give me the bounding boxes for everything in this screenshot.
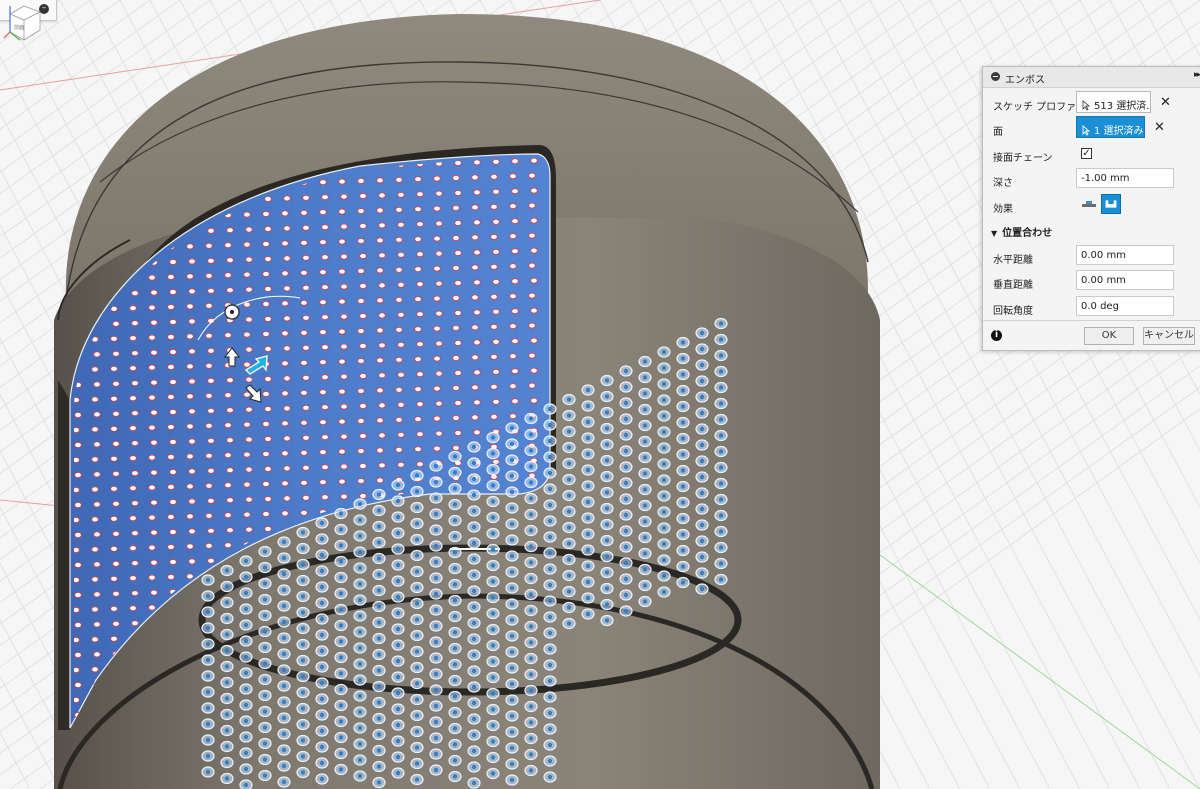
- view-cube[interactable]: 前面: [0, 0, 46, 48]
- deboss-icon[interactable]: [1101, 194, 1121, 214]
- triangle-down-icon: ▼: [991, 229, 998, 238]
- tangent-chain-checkbox[interactable]: ✓: [1081, 148, 1092, 159]
- sketch-profile-value: 513 選択済...: [1094, 101, 1151, 112]
- horizontal-distance-row: 水平距離 0.00 mm: [983, 244, 1200, 270]
- face-row: 面 1 選択済み ✕: [983, 116, 1200, 142]
- alignment-section-label: 位置合わせ: [1002, 228, 1053, 239]
- info-icon[interactable]: i: [991, 330, 1002, 341]
- collapse-dialog-icon[interactable]: [991, 72, 1000, 81]
- horizontal-distance-label: 水平距離: [993, 255, 1033, 266]
- cursor-icon: [1082, 100, 1091, 111]
- depth-input[interactable]: -1.00 mm: [1076, 168, 1174, 188]
- rotation-angle-input[interactable]: 0.0 deg: [1076, 296, 1174, 316]
- cursor-icon: [1082, 125, 1091, 136]
- clear-profile-icon[interactable]: ✕: [1160, 95, 1171, 110]
- effect-row: 効果: [983, 193, 1200, 219]
- depth-label: 深さ: [993, 178, 1013, 189]
- sketch-profile-row: スケッチ プロファイル 513 選択済... ✕: [983, 91, 1200, 117]
- dialog-title: エンボス: [1005, 75, 1045, 86]
- cancel-button[interactable]: キャンセル: [1143, 327, 1195, 345]
- expand-dialog-icon[interactable]: ▸▸: [1194, 70, 1200, 80]
- ok-button[interactable]: OK: [1084, 327, 1134, 345]
- emboss-dialog: エンボス ▸▸ スケッチ プロファイル 513 選択済... ✕ 面 1 選択済…: [982, 66, 1200, 351]
- sketch-profile-selector[interactable]: 513 選択済...: [1076, 91, 1151, 113]
- vertical-distance-row: 垂直距離 0.00 mm: [983, 269, 1200, 295]
- tangent-chain-row: 接面チェーン ✓: [983, 142, 1200, 168]
- face-value: 1 選択済み: [1094, 126, 1144, 137]
- alignment-section-toggle[interactable]: ▼ 位置合わせ: [991, 224, 1052, 239]
- rotation-angle-row: 回転角度 0.0 deg: [983, 295, 1200, 321]
- svg-text:前面: 前面: [14, 24, 24, 31]
- horizontal-distance-input[interactable]: 0.00 mm: [1076, 245, 1174, 265]
- effect-label: 効果: [993, 204, 1013, 215]
- face-selector[interactable]: 1 選択済み: [1076, 116, 1145, 138]
- depth-row: 深さ -1.00 mm: [983, 167, 1200, 193]
- emboss-icon[interactable]: [1079, 194, 1099, 214]
- rotation-angle-label: 回転角度: [993, 306, 1033, 317]
- tangent-chain-label: 接面チェーン: [993, 153, 1053, 164]
- clear-face-icon[interactable]: ✕: [1154, 120, 1165, 135]
- dialog-header: エンボス ▸▸: [983, 67, 1200, 88]
- footer-divider: [983, 320, 1200, 321]
- vertical-distance-label: 垂直距離: [993, 280, 1033, 291]
- vertical-distance-input[interactable]: 0.00 mm: [1076, 270, 1174, 290]
- face-label: 面: [993, 127, 1003, 138]
